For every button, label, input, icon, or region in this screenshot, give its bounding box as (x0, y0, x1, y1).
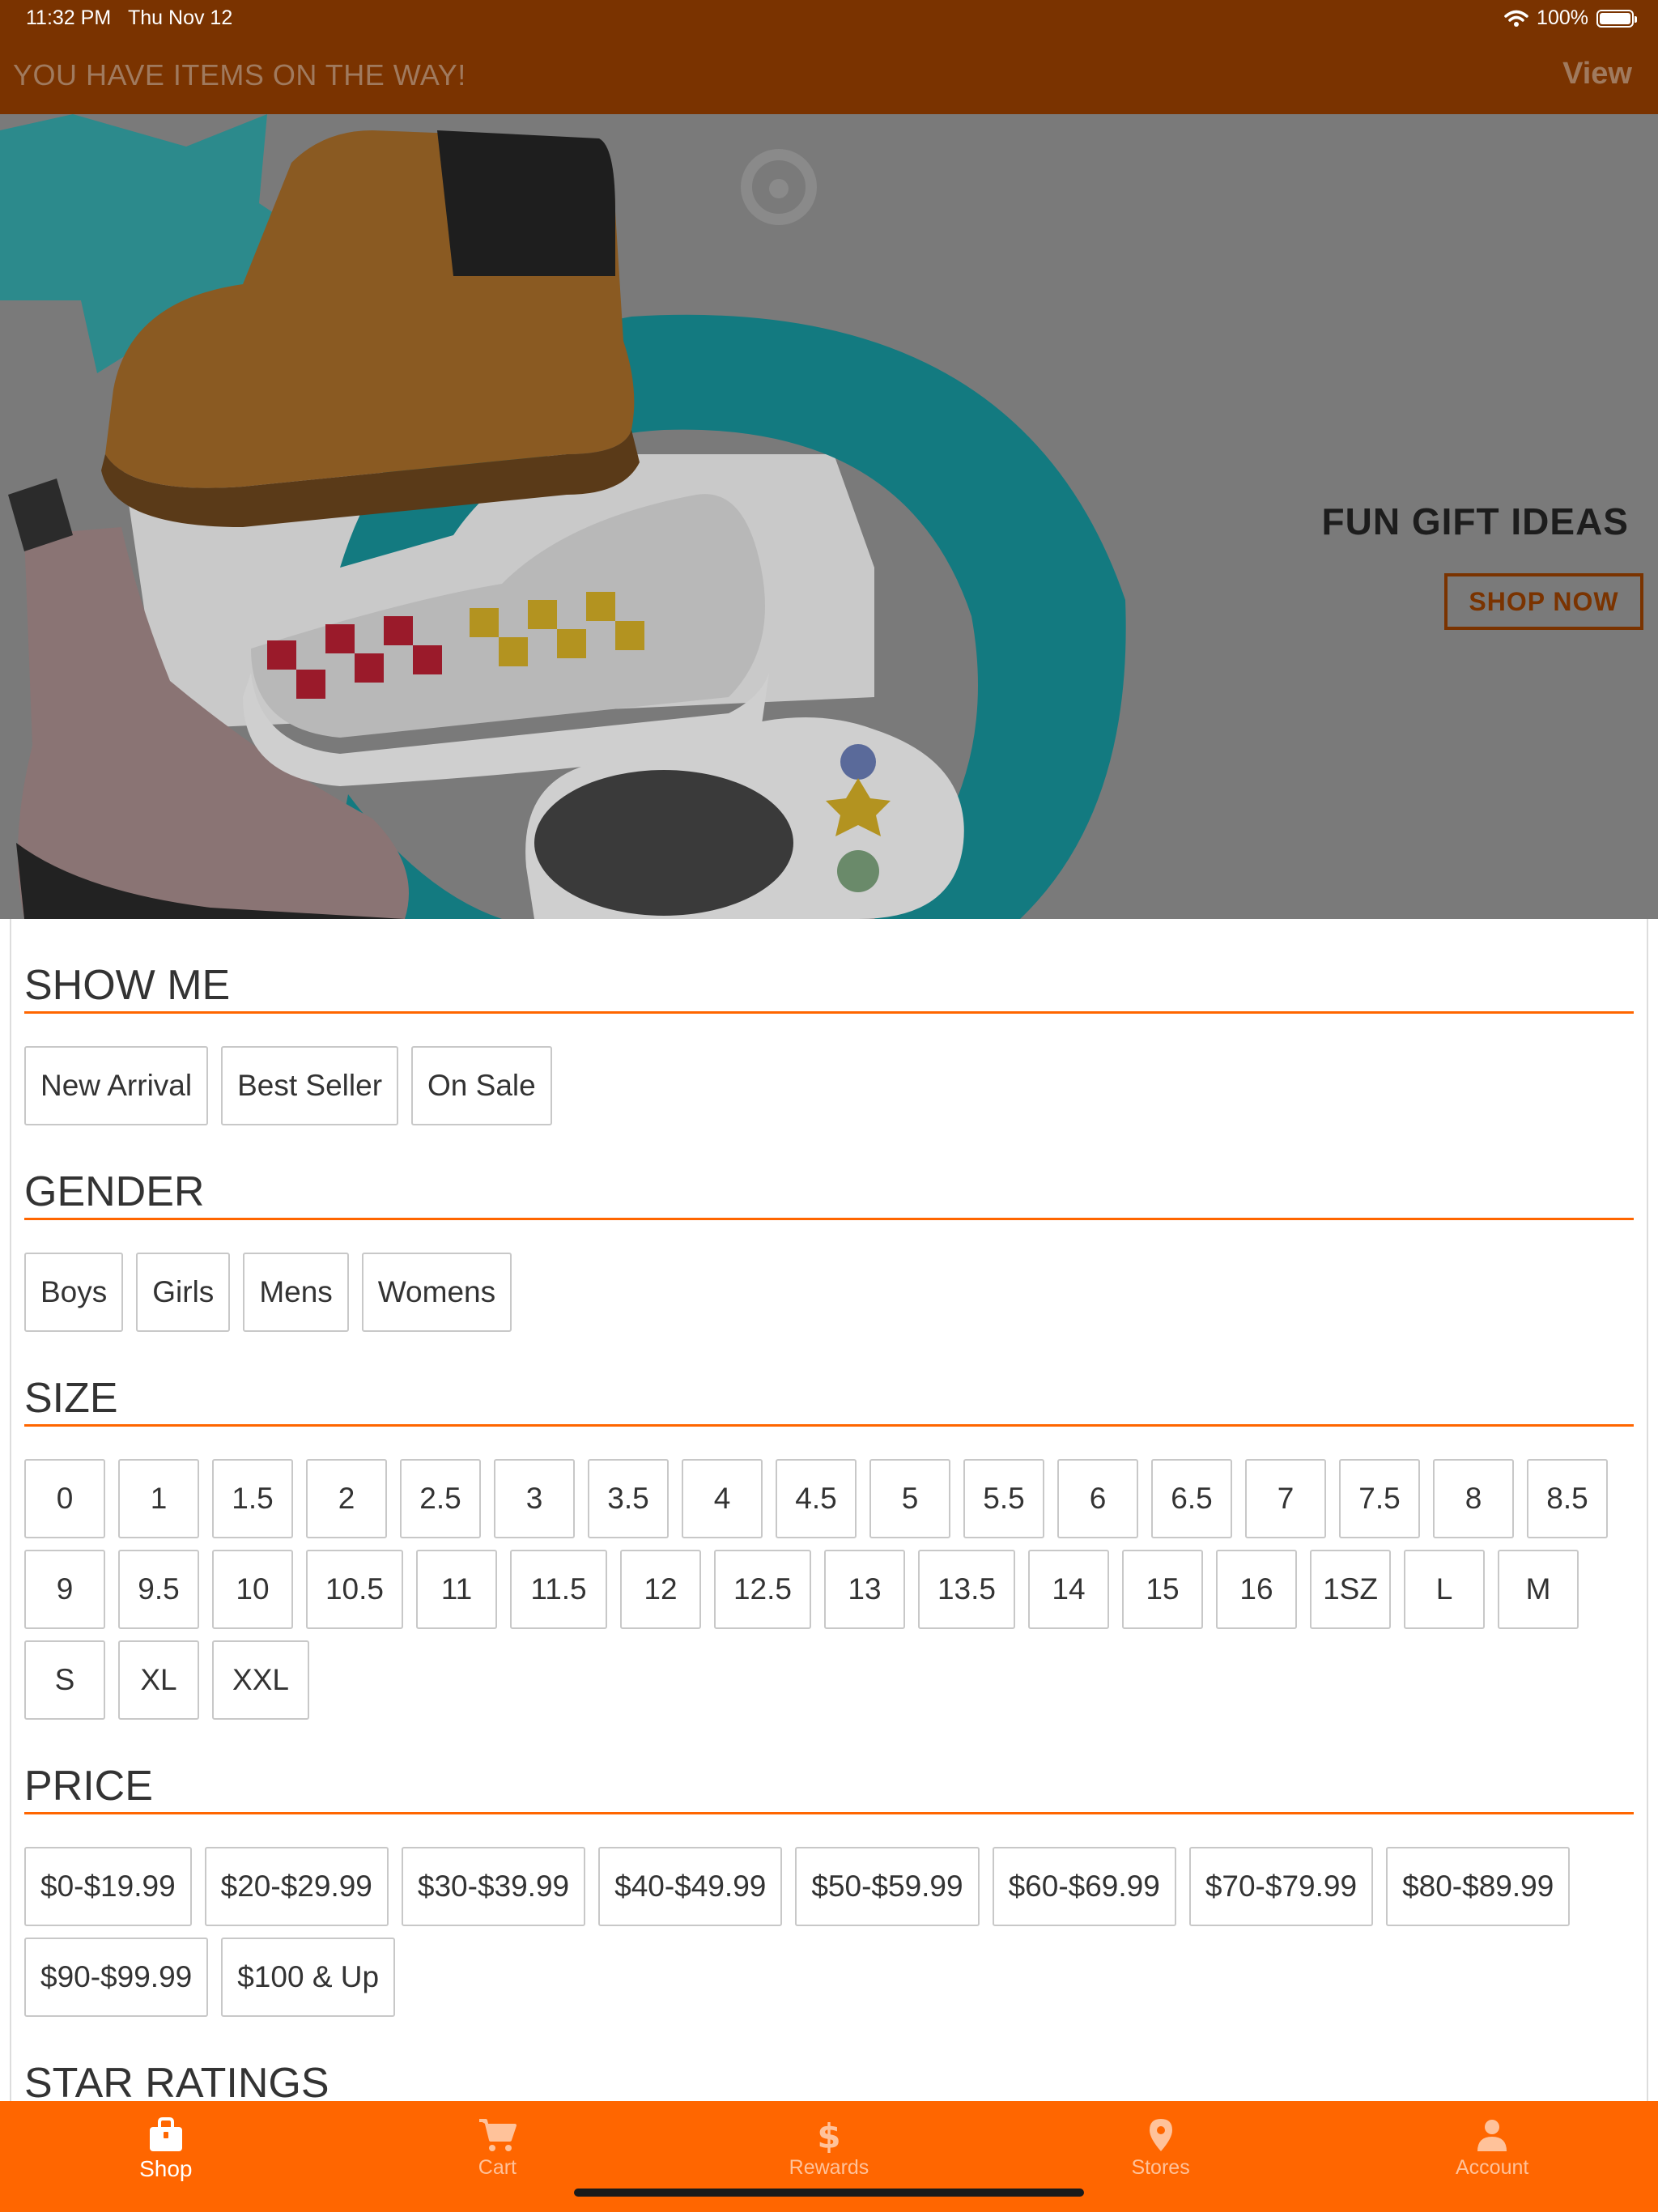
section-title-gender: GENDER (24, 1125, 1634, 1220)
size-chip[interactable]: 1SZ (1310, 1550, 1391, 1629)
size-chip[interactable]: 8.5 (1527, 1459, 1608, 1538)
tab-account[interactable]: Account (1326, 2101, 1658, 2212)
gender-chip[interactable]: Boys (24, 1253, 124, 1332)
size-chip[interactable]: 13 (824, 1550, 905, 1629)
size-chip[interactable]: XXL (212, 1640, 309, 1720)
home-indicator[interactable] (574, 2189, 1084, 2197)
status-bar-time: 11:32 PM Thu Nov 12 (26, 6, 232, 30)
size-chip[interactable]: 9.5 (118, 1550, 199, 1629)
section-title-price: PRICE (24, 1720, 1634, 1814)
size-chip[interactable]: 6 (1057, 1459, 1138, 1538)
size-chip[interactable]: XL (118, 1640, 199, 1720)
size-chip[interactable]: 10 (212, 1550, 293, 1629)
size-chip[interactable]: 7 (1245, 1459, 1326, 1538)
order-notice-view-button[interactable]: View (1562, 57, 1632, 91)
show-me-options: New Arrival Best Seller On Sale (24, 1014, 1634, 1125)
size-chip[interactable]: 15 (1122, 1550, 1203, 1629)
show-me-chip[interactable]: New Arrival (24, 1046, 209, 1125)
tab-label: Shop (139, 2156, 193, 2181)
gender-options: Boys Girls Mens Womens (24, 1220, 1634, 1332)
size-chip[interactable]: 1 (118, 1459, 199, 1538)
hero-title: FUN GIFT IDEAS (1321, 500, 1629, 542)
svg-text:$: $ (817, 2117, 840, 2153)
price-chip[interactable]: $80-$89.99 (1386, 1847, 1571, 1926)
size-chip[interactable]: 2 (306, 1459, 387, 1538)
size-options: 0 1 1.5 2 2.5 3 3.5 4 4.5 5 5.5 6 6.5 7 … (24, 1427, 1634, 1720)
size-chip[interactable]: 7.5 (1339, 1459, 1420, 1538)
filter-panel: SHOW ME New Arrival Best Seller On Sale … (10, 919, 1648, 2101)
size-chip[interactable]: 1.5 (212, 1459, 293, 1538)
filter-section-gender: GENDER Boys Girls Mens Womens (11, 1125, 1647, 1332)
order-notice-text: YOU HAVE ITEMS ON THE WAY! (13, 58, 466, 91)
section-title-show-me: SHOW ME (24, 919, 1634, 1014)
size-chip[interactable]: 3 (494, 1459, 575, 1538)
tab-label: Account (1456, 2156, 1529, 2179)
dollar-icon: $ (817, 2117, 840, 2153)
size-chip[interactable]: 13.5 (918, 1550, 1015, 1629)
size-chip[interactable]: 10.5 (306, 1550, 403, 1629)
size-chip[interactable]: 6.5 (1151, 1459, 1232, 1538)
show-me-chip[interactable]: Best Seller (221, 1046, 399, 1125)
size-chip[interactable]: 9 (24, 1550, 105, 1629)
size-chip[interactable]: 0 (24, 1459, 105, 1538)
price-chip[interactable]: $60-$69.99 (992, 1847, 1176, 1926)
gender-chip[interactable]: Mens (243, 1253, 349, 1332)
battery-percent: 100% (1537, 6, 1588, 29)
price-options: $0-$19.99 $20-$29.99 $30-$39.99 $40-$49.… (24, 1814, 1634, 2017)
size-chip[interactable]: M (1498, 1550, 1579, 1629)
status-time: 11:32 PM (26, 6, 112, 29)
tab-shop[interactable]: Shop (0, 2101, 332, 2212)
price-chip[interactable]: $0-$19.99 (24, 1847, 192, 1926)
filter-section-price: PRICE $0-$19.99 $20-$29.99 $30-$39.99 $4… (11, 1720, 1647, 2017)
price-chip[interactable]: $50-$59.99 (795, 1847, 980, 1926)
size-chip[interactable]: 2.5 (400, 1459, 481, 1538)
filter-section-star-ratings: STAR RATINGS (11, 2017, 1647, 2101)
price-chip[interactable]: $30-$39.99 (401, 1847, 586, 1926)
size-chip[interactable]: 8 (1433, 1459, 1514, 1538)
size-chip[interactable]: 3.5 (588, 1459, 669, 1538)
section-title-size: SIZE (24, 1332, 1634, 1427)
size-chip[interactable]: 5.5 (963, 1459, 1044, 1538)
wifi-icon (1504, 10, 1528, 27)
size-chip[interactable]: 12.5 (714, 1550, 811, 1629)
shop-now-button[interactable]: SHOP NOW (1444, 573, 1643, 630)
person-icon (1477, 2120, 1507, 2151)
size-chip[interactable]: 11 (416, 1550, 497, 1629)
size-chip[interactable]: S (24, 1640, 105, 1720)
size-chip[interactable]: 14 (1028, 1550, 1109, 1629)
size-chip[interactable]: 5 (869, 1459, 950, 1538)
hero-banner[interactable]: FUN GIFT IDEAS SHOP NOW (0, 114, 1658, 919)
battery-icon (1596, 9, 1637, 28)
filter-section-size: SIZE 0 1 1.5 2 2.5 3 3.5 4 4.5 5 5.5 6 6… (11, 1332, 1647, 1720)
size-chip[interactable]: 4.5 (776, 1459, 857, 1538)
size-chip[interactable]: 11.5 (510, 1550, 607, 1629)
status-date: Thu Nov 12 (128, 6, 233, 29)
status-bar-right: 100% (1504, 6, 1637, 30)
shopping-bag-icon (149, 2117, 182, 2151)
price-chip[interactable]: $70-$79.99 (1188, 1847, 1374, 1926)
price-chip[interactable]: $100 & Up (221, 1938, 396, 2017)
size-chip[interactable]: 12 (620, 1550, 701, 1629)
header: 11:32 PM Thu Nov 12 100% YOU HAVE ITEMS … (0, 0, 1658, 114)
size-chip[interactable]: L (1404, 1550, 1485, 1629)
tab-label: Stores (1131, 2156, 1190, 2179)
section-title-star-ratings: STAR RATINGS (24, 2060, 329, 2101)
size-chip[interactable]: 16 (1216, 1550, 1297, 1629)
filter-section-show-me: SHOW ME New Arrival Best Seller On Sale (11, 919, 1647, 1125)
gender-chip[interactable]: Womens (361, 1253, 512, 1332)
price-chip[interactable]: $20-$29.99 (204, 1847, 389, 1926)
tab-label: Rewards (789, 2156, 869, 2179)
show-me-chip[interactable]: On Sale (411, 1046, 552, 1125)
size-chip[interactable]: 4 (682, 1459, 763, 1538)
location-pin-icon (1149, 2119, 1172, 2151)
gender-chip[interactable]: Girls (136, 1253, 231, 1332)
price-chip[interactable]: $90-$99.99 (24, 1938, 209, 2017)
cart-icon (479, 2119, 517, 2151)
price-chip[interactable]: $40-$49.99 (598, 1847, 783, 1926)
tab-label: Cart (478, 2156, 517, 2179)
